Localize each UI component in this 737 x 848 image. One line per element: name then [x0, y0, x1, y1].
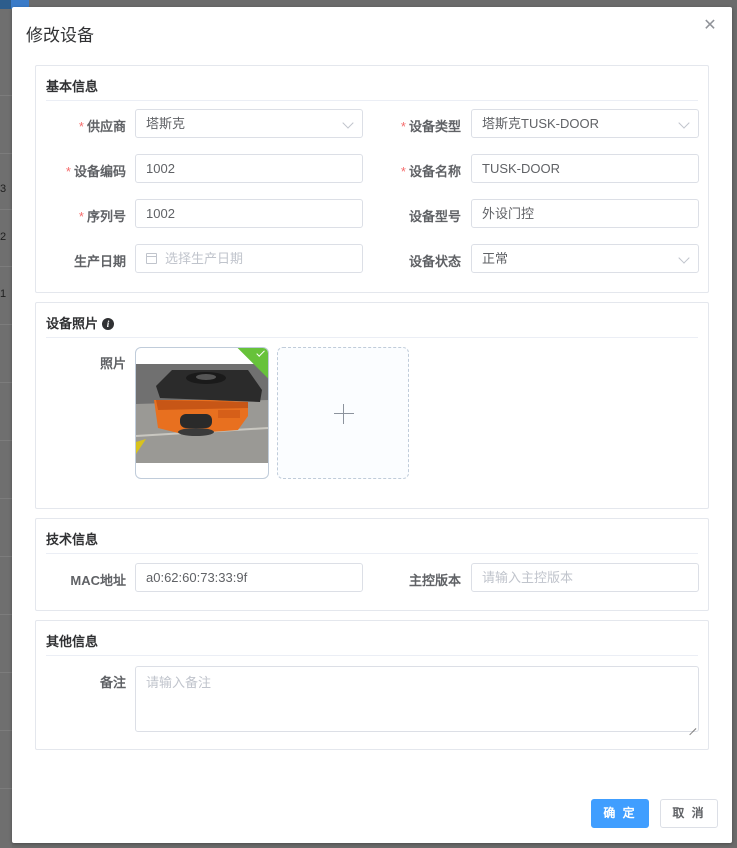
- production-date-picker[interactable]: 选择生产日期: [135, 244, 363, 273]
- chevron-down-icon: [342, 117, 354, 129]
- supplier-label: * 供应商: [78, 119, 126, 134]
- required-asterisk: *: [78, 119, 84, 134]
- background-row-divider: [0, 95, 12, 96]
- close-icon[interactable]: ✕: [702, 17, 718, 33]
- other-info-title: 其他信息: [46, 634, 99, 649]
- upload-photo-button[interactable]: [277, 347, 409, 479]
- background-row-divider: [0, 209, 12, 210]
- background-row-divider: [0, 382, 12, 383]
- chevron-down-icon: [678, 117, 690, 129]
- background-row-divider: [0, 324, 12, 325]
- uploaded-photo[interactable]: [135, 347, 269, 479]
- background-row-number: 1: [0, 288, 7, 300]
- mac-label: MAC地址: [70, 573, 126, 588]
- cancel-button[interactable]: 取 消: [660, 799, 718, 828]
- production-date-label: 生产日期: [73, 254, 126, 269]
- section-divider: [46, 655, 698, 656]
- info-icon[interactable]: i: [102, 318, 115, 330]
- section-divider: [46, 553, 698, 554]
- chevron-down-icon: [678, 252, 690, 264]
- required-asterisk: *: [400, 164, 406, 179]
- serial-no-input[interactable]: 1002: [135, 199, 363, 228]
- section-divider: [46, 100, 698, 101]
- tech-info-title: 技术信息: [46, 532, 99, 547]
- device-code-label: * 设备编码: [65, 164, 126, 179]
- mac-address-input[interactable]: a0:62:60:73:33:9f: [135, 563, 363, 592]
- device-code-input[interactable]: 1002: [135, 154, 363, 183]
- background-table-strip: 3 2 1: [0, 0, 29, 848]
- device-model-input[interactable]: 外设门控: [471, 199, 699, 228]
- firmware-version-label: 主控版本: [408, 573, 461, 588]
- background-row-divider: [0, 498, 12, 499]
- device-name-input[interactable]: TUSK-DOOR: [471, 154, 699, 183]
- confirm-button[interactable]: 确 定: [591, 799, 649, 828]
- required-asterisk: *: [78, 209, 84, 224]
- background-row-divider: [0, 153, 12, 154]
- device-type-select[interactable]: 塔斯克TUSK-DOOR: [471, 109, 699, 138]
- background-row-number: 3: [0, 183, 7, 195]
- photo-section: 设备照片 i 照片: [35, 302, 709, 509]
- device-model-label: 设备型号: [408, 209, 461, 224]
- firmware-version-input[interactable]: 请输入主控版本: [471, 563, 699, 592]
- basic-info-section: 基本信息 * 供应商 塔斯克 * 设备类型 塔斯克TUSK-DOOR * 设备编码 1…: [35, 65, 709, 293]
- required-asterisk: *: [400, 119, 406, 134]
- background-header-corner: [0, 0, 11, 9]
- remark-textarea[interactable]: 请输入备注: [135, 666, 699, 732]
- tech-info-section: 技术信息 MAC地址 a0:62:60:73:33:9f 主控版本 请输入主控版…: [35, 518, 709, 611]
- photo-label: 照片: [99, 356, 126, 371]
- resize-handle-icon[interactable]: [689, 722, 696, 729]
- device-type-label: * 设备类型: [400, 119, 461, 134]
- required-asterisk: *: [65, 164, 71, 179]
- other-info-section: 其他信息 备注 请输入备注: [35, 620, 709, 750]
- basic-info-title: 基本信息: [46, 79, 99, 94]
- photo-section-title: 设备照片 i: [46, 313, 115, 332]
- serial-no-label: * 序列号: [78, 209, 126, 224]
- device-status-label: 设备状态: [408, 254, 461, 269]
- device-name-label: * 设备名称: [400, 164, 461, 179]
- remark-label: 备注: [99, 675, 126, 690]
- background-row-divider: [0, 672, 12, 673]
- background-row-divider: [0, 614, 12, 615]
- supplier-select[interactable]: 塔斯克: [135, 109, 363, 138]
- device-status-select[interactable]: 正常: [471, 244, 699, 273]
- background-row-divider: [0, 556, 12, 557]
- calendar-icon: [146, 253, 157, 264]
- section-divider: [46, 337, 698, 338]
- dialog-title: 修改设备: [26, 26, 94, 45]
- background-row-divider: [0, 440, 12, 441]
- background-row-number: 2: [0, 231, 7, 243]
- background-row-divider: [0, 730, 12, 731]
- device-photo-image: [136, 364, 268, 463]
- edit-device-dialog: 修改设备 ✕ 基本信息 * 供应商 塔斯克 * 设备类型 塔斯克TUSK-DOOR …: [12, 7, 732, 843]
- background-row-divider: [0, 266, 12, 267]
- background-row-divider: [0, 788, 12, 789]
